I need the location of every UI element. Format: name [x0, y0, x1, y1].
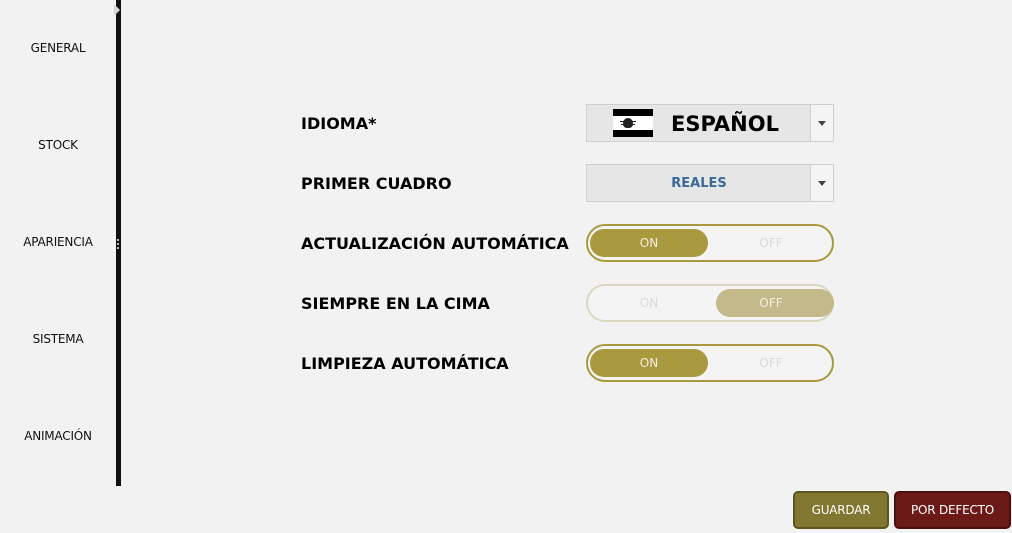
drag-handle-icon[interactable]	[117, 238, 120, 250]
first-panel-dropdown-toggle[interactable]	[810, 165, 833, 201]
auto-clean-label: LIMPIEZA AUTOMÁTICA	[301, 354, 509, 373]
language-dropdown-toggle[interactable]	[810, 105, 833, 141]
toggle-off-option[interactable]: OFF	[710, 286, 832, 320]
sidebar-item-stock[interactable]: STOCK	[0, 125, 116, 165]
first-panel-label: PRIMER CUADRO	[301, 174, 452, 193]
sidebar-item-label: STOCK	[38, 138, 78, 152]
sidebar-item-label: ANIMACIÓN	[24, 429, 92, 443]
chevron-down-icon	[818, 181, 826, 186]
first-panel-value: REALES	[671, 176, 727, 191]
toggle-off-option[interactable]: OFF	[710, 346, 832, 380]
auto-update-label: ACTUALIZACIÓN AUTOMÁTICA	[301, 234, 569, 253]
toggle-on-option[interactable]: ON	[588, 286, 710, 320]
sidebar-item-label: GENERAL	[30, 41, 86, 55]
settings-sidebar: GENERAL STOCK APARIENCIA SISTEMA ANIMACI…	[0, 0, 116, 486]
save-button[interactable]: GUARDAR	[793, 491, 889, 529]
sidebar-item-apariencia[interactable]: APARIENCIA	[0, 222, 116, 262]
collapse-arrow-icon[interactable]	[114, 4, 120, 16]
auto-update-toggle[interactable]: ON OFF	[586, 224, 834, 262]
restore-defaults-button[interactable]: POR DEFECTO	[894, 491, 1011, 529]
sidebar-item-label: APARIENCIA	[23, 235, 93, 249]
sidebar-item-general[interactable]: GENERAL	[0, 28, 116, 68]
toggle-off-option[interactable]: OFF	[710, 226, 832, 260]
chevron-down-icon	[818, 121, 826, 126]
spain-flag-icon	[613, 109, 653, 137]
sidebar-item-sistema[interactable]: SISTEMA	[0, 319, 116, 359]
auto-clean-toggle[interactable]: ON OFF	[586, 344, 834, 382]
always-on-top-toggle[interactable]: ON OFF	[586, 284, 834, 322]
language-label: IDIOMA*	[301, 114, 377, 133]
sidebar-item-label: SISTEMA	[32, 332, 84, 346]
sidebar-item-animacion[interactable]: ANIMACIÓN	[0, 416, 116, 456]
toggle-on-option[interactable]: ON	[588, 226, 710, 260]
language-select[interactable]: ESPAÑOL	[586, 104, 834, 142]
first-panel-select[interactable]: REALES	[586, 164, 834, 202]
toggle-on-option[interactable]: ON	[588, 346, 710, 380]
language-value: ESPAÑOL	[671, 112, 779, 136]
always-on-top-label: SIEMPRE EN LA CIMA	[301, 294, 490, 313]
